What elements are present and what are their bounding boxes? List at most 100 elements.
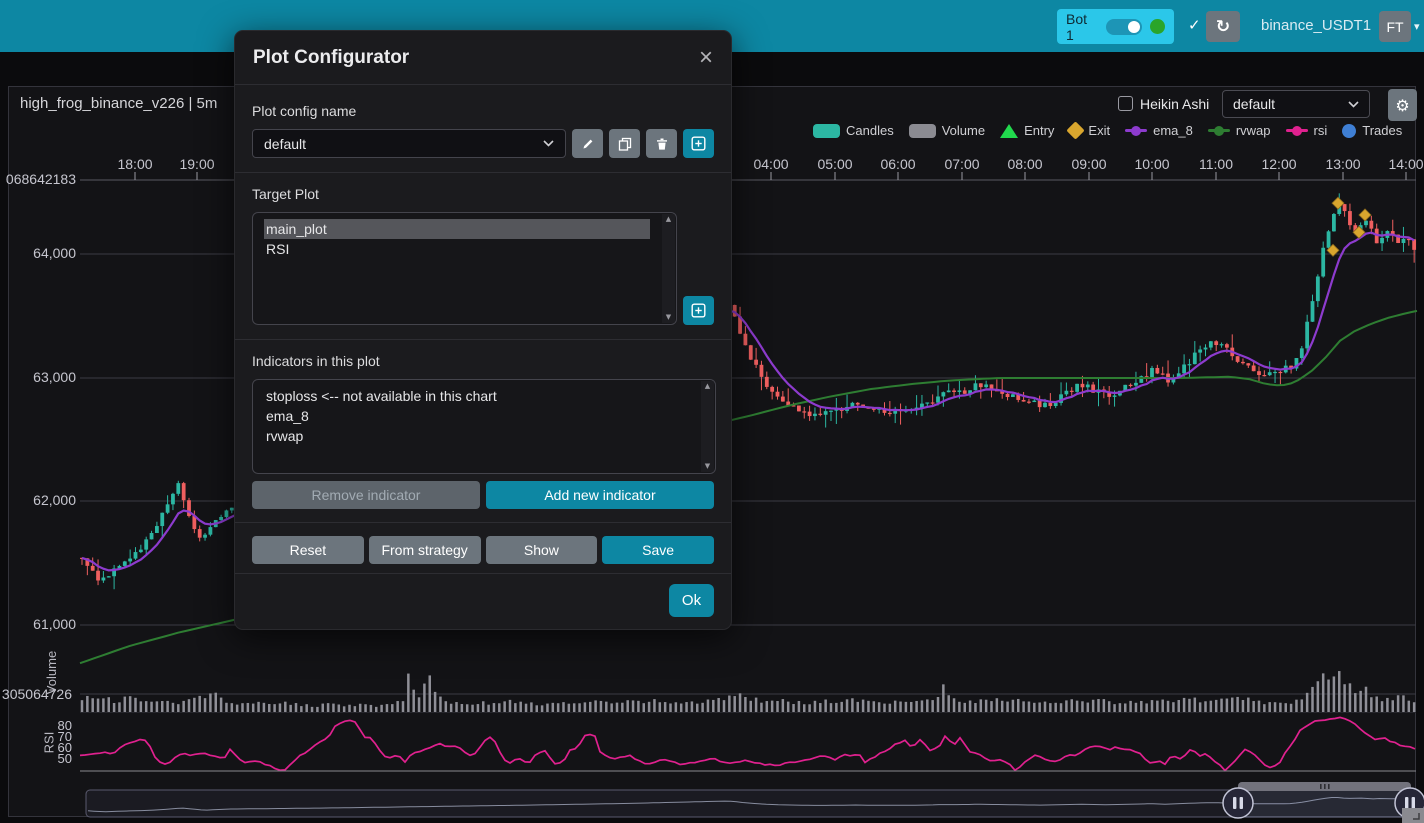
x-axis-label: 12:00 [1261, 156, 1296, 172]
ok-button[interactable]: Ok [669, 584, 714, 617]
plot-settings-button[interactable]: ⚙ [1388, 89, 1417, 121]
rsi-pane-label: RSI [41, 732, 56, 754]
indicator-item[interactable]: ema_8 [264, 406, 689, 426]
indicators-listbox[interactable]: stoploss <-- not available in this chart… [252, 379, 716, 474]
indicators-label: Indicators in this plot [252, 353, 714, 369]
config-name-value: default [264, 136, 306, 152]
indicator-item[interactable]: stoploss <-- not available in this chart [264, 386, 689, 406]
legend-item-rsi[interactable]: rsi [1286, 123, 1328, 138]
legend-label: Trades [1362, 123, 1402, 138]
x-axis-label: 07:00 [944, 156, 979, 172]
navigator-handle-left[interactable] [1223, 788, 1253, 818]
legend-item-Entry[interactable]: Entry [1000, 123, 1054, 138]
ema_8-legend-icon [1125, 129, 1147, 132]
plus-square-icon [691, 303, 706, 318]
scrollbar[interactable]: ▲ ▼ [662, 214, 675, 323]
legend-item-Trades[interactable]: Trades [1342, 123, 1402, 138]
legend-label: Exit [1088, 123, 1110, 138]
legend-item-Exit[interactable]: Exit [1069, 123, 1110, 138]
x-axis-label: 06:00 [880, 156, 915, 172]
scrollbar[interactable]: ▲ ▼ [701, 381, 714, 472]
plot-config-select[interactable]: default [1222, 90, 1370, 118]
x-axis-label: 14:00 [1388, 156, 1423, 172]
legend-label: rvwap [1236, 123, 1271, 138]
refresh-icon: ↻ [1216, 17, 1230, 37]
x-axis-label: 13:00 [1325, 156, 1360, 172]
bot-status-dot [1150, 19, 1165, 34]
bot-selector[interactable]: Bot 1 [1057, 9, 1174, 44]
heikin-ashi-label: Heikin Ashi [1140, 96, 1209, 112]
modal-title: Plot Configurator [253, 47, 409, 69]
plus-square-icon [691, 136, 706, 151]
close-icon[interactable]: × [699, 49, 713, 67]
pair-label: binance_USDT1 [1261, 17, 1371, 34]
delete-config-button[interactable] [646, 129, 677, 158]
save-button[interactable]: Save [602, 536, 714, 564]
chevron-down-icon: ▾ [1414, 20, 1420, 33]
target-plot-item-main_plot[interactable]: main_plot [264, 219, 650, 239]
scroll-down-icon[interactable]: ▼ [705, 463, 710, 470]
gear-icon: ⚙ [1395, 96, 1409, 115]
chart-pair-title: high_frog_binance_v226 | 5m [20, 95, 217, 112]
y-axis-label: 64,000 [2, 245, 76, 261]
check-icon: ✓ [1188, 16, 1201, 34]
target-plot-listbox[interactable]: main_plotRSI ▲ ▼ [252, 212, 677, 325]
legend-label: Volume [942, 123, 985, 138]
volume-axis-value: 305064726 [0, 686, 72, 702]
x-axis-label: 18:00 [117, 156, 152, 172]
Entry-legend-icon [1000, 124, 1018, 138]
scroll-up-icon[interactable]: ▲ [666, 216, 671, 223]
config-name-select[interactable]: default [252, 129, 566, 158]
reset-button[interactable]: Reset [252, 536, 364, 564]
target-plot-item-RSI[interactable]: RSI [264, 239, 650, 259]
bot-toggle[interactable] [1106, 19, 1142, 35]
add-new-indicator-button[interactable]: Add new indicator [486, 481, 714, 509]
refresh-button[interactable]: ↻ [1206, 11, 1240, 42]
legend-item-rvwap[interactable]: rvwap [1208, 123, 1271, 138]
modal-footer: Ok [235, 573, 731, 629]
rename-config-button[interactable] [572, 129, 603, 158]
remove-indicator-button[interactable]: Remove indicator [252, 481, 480, 509]
rsi-line [80, 717, 1415, 770]
heikin-ashi-checkbox[interactable] [1118, 96, 1133, 111]
y-axis-label: 62,000 [2, 492, 76, 508]
legend-label: Candles [846, 123, 894, 138]
rsi-legend-icon [1286, 129, 1308, 132]
duplicate-config-button[interactable] [609, 129, 640, 158]
indicator-item[interactable]: rvwap [264, 426, 689, 446]
plot-configurator-modal: Plot Configurator × Plot config name def… [234, 30, 732, 630]
x-axis-label: 05:00 [817, 156, 852, 172]
Trades-legend-icon [1342, 124, 1356, 138]
data-zoom-navigator [86, 782, 1424, 823]
toggle-knob [1128, 21, 1140, 33]
legend-item-Candles[interactable]: Candles [813, 123, 894, 138]
show-button[interactable]: Show [486, 536, 598, 564]
volume-pane-label: Volume [44, 651, 59, 694]
add-plot-button[interactable] [683, 296, 714, 325]
chevron-down-icon [543, 140, 554, 147]
chart-legend: Candles Volume Entry Exit ema_8 rvwap rsi Trade… [813, 123, 1402, 138]
legend-item-ema_8[interactable]: ema_8 [1125, 123, 1193, 138]
trash-icon [655, 137, 669, 151]
x-axis-label: 09:00 [1071, 156, 1106, 172]
rsi-axis-label: 50 [0, 751, 72, 766]
bot-name: Bot 1 [1066, 11, 1098, 43]
plot-config-select-value: default [1233, 96, 1275, 112]
scroll-up-icon[interactable]: ▲ [705, 383, 710, 390]
ft-logo: FT [1386, 19, 1403, 35]
volume-bars [80, 671, 1416, 712]
resize-corner-button[interactable] [1402, 808, 1424, 823]
add-config-button[interactable] [683, 129, 714, 158]
app-root: high_frog_binance_v226 | 5m Heikin Ashi … [0, 0, 1424, 823]
rsi-line-group [80, 717, 1415, 770]
from-strategy-button[interactable]: From strategy [369, 536, 481, 564]
legend-label: rsi [1314, 123, 1328, 138]
x-axis-label: 08:00 [1007, 156, 1042, 172]
target-plot-label: Target Plot [252, 186, 714, 202]
scroll-down-icon[interactable]: ▼ [666, 314, 671, 321]
legend-item-Volume[interactable]: Volume [909, 123, 985, 138]
ft-menu-button[interactable]: FT [1379, 11, 1411, 42]
x-axis-label: 10:00 [1134, 156, 1169, 172]
x-axis-label: 11:00 [1199, 156, 1233, 172]
chevron-down-icon [1348, 101, 1359, 108]
